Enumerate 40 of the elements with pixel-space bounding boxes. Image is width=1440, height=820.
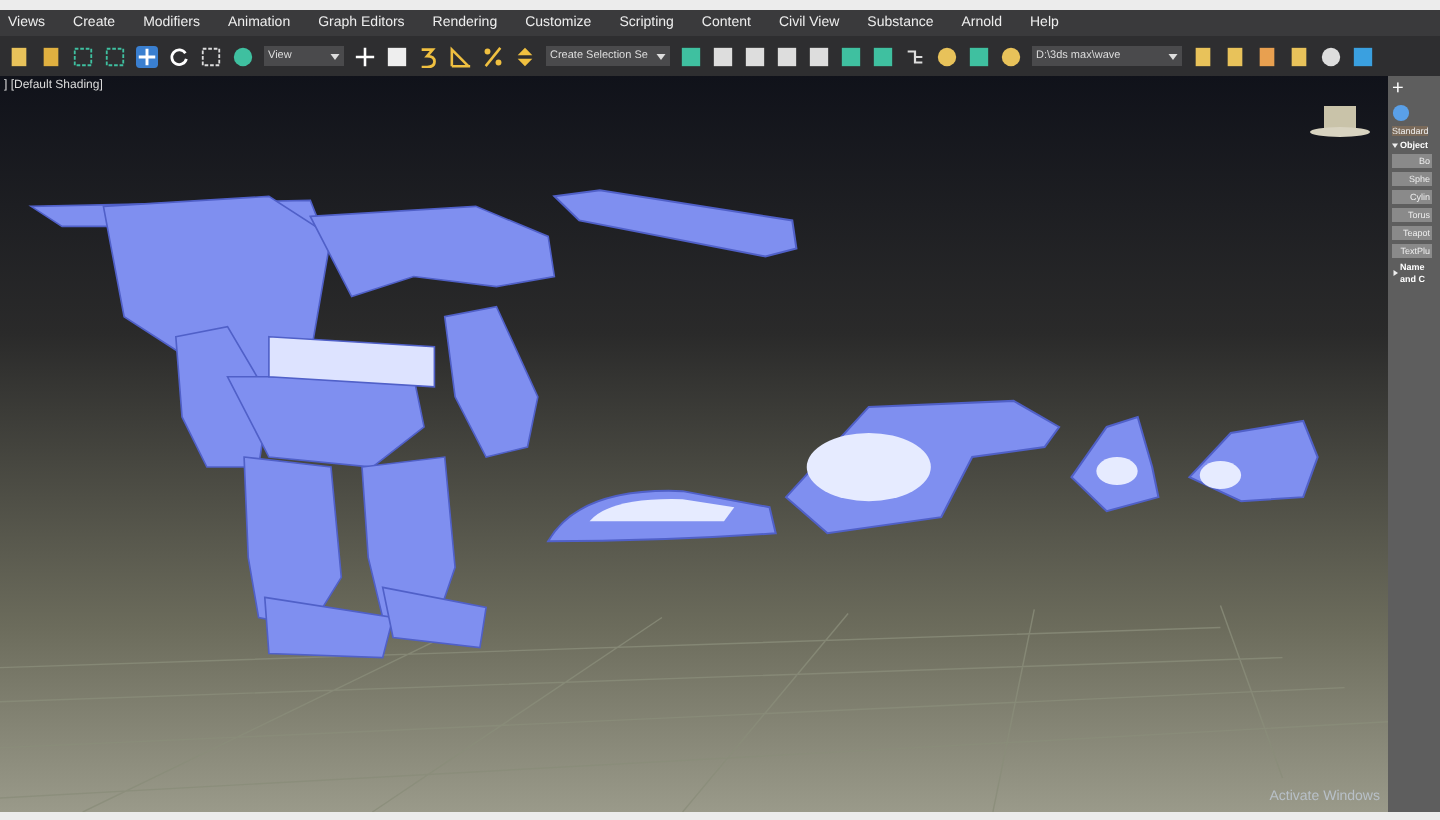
caret-icon — [1168, 53, 1178, 59]
square-icon[interactable] — [386, 45, 408, 67]
document-icon[interactable] — [8, 45, 30, 67]
nodes-icon[interactable] — [904, 45, 926, 67]
caret-icon — [656, 53, 666, 59]
expand-icon[interactable] — [1392, 270, 1398, 277]
sphere-icon[interactable] — [1000, 45, 1022, 67]
square-icon[interactable] — [1352, 45, 1374, 67]
document-icon[interactable] — [1288, 45, 1310, 67]
square-icon[interactable] — [968, 45, 990, 67]
square-icon[interactable] — [680, 45, 702, 67]
sphere-icon[interactable] — [1320, 45, 1342, 67]
document-icon[interactable] — [40, 45, 62, 67]
snap-icon[interactable] — [418, 45, 440, 67]
square-icon[interactable] — [840, 45, 862, 67]
small-part-drawing — [1070, 415, 1160, 513]
rotate-icon[interactable] — [168, 45, 190, 67]
hat-icon[interactable] — [1308, 104, 1372, 140]
square-icon[interactable] — [872, 45, 894, 67]
square-icon[interactable] — [744, 45, 766, 67]
head-part-drawing — [1187, 419, 1319, 503]
dashed-square-icon[interactable] — [72, 45, 94, 67]
percent-icon[interactable] — [482, 45, 504, 67]
square-icon[interactable] — [808, 45, 830, 67]
collapse-icon[interactable] — [1392, 142, 1398, 149]
plus-icon[interactable] — [354, 45, 376, 67]
document-icon[interactable] — [1256, 45, 1278, 67]
dashed-square-icon[interactable] — [200, 45, 222, 67]
spinner-icon[interactable] — [514, 45, 536, 67]
angle-icon[interactable] — [450, 45, 472, 67]
sphere-icon[interactable] — [936, 45, 958, 67]
create-tab[interactable]: + — [1392, 80, 1404, 100]
square-icon[interactable] — [712, 45, 734, 67]
caret-icon — [330, 53, 340, 59]
document-icon[interactable] — [1224, 45, 1246, 67]
move-icon[interactable] — [136, 45, 158, 67]
document-icon[interactable] — [1192, 45, 1214, 67]
dashed-square-icon[interactable] — [104, 45, 126, 67]
square-icon[interactable] — [776, 45, 798, 67]
sphere-icon[interactable] — [232, 45, 254, 67]
